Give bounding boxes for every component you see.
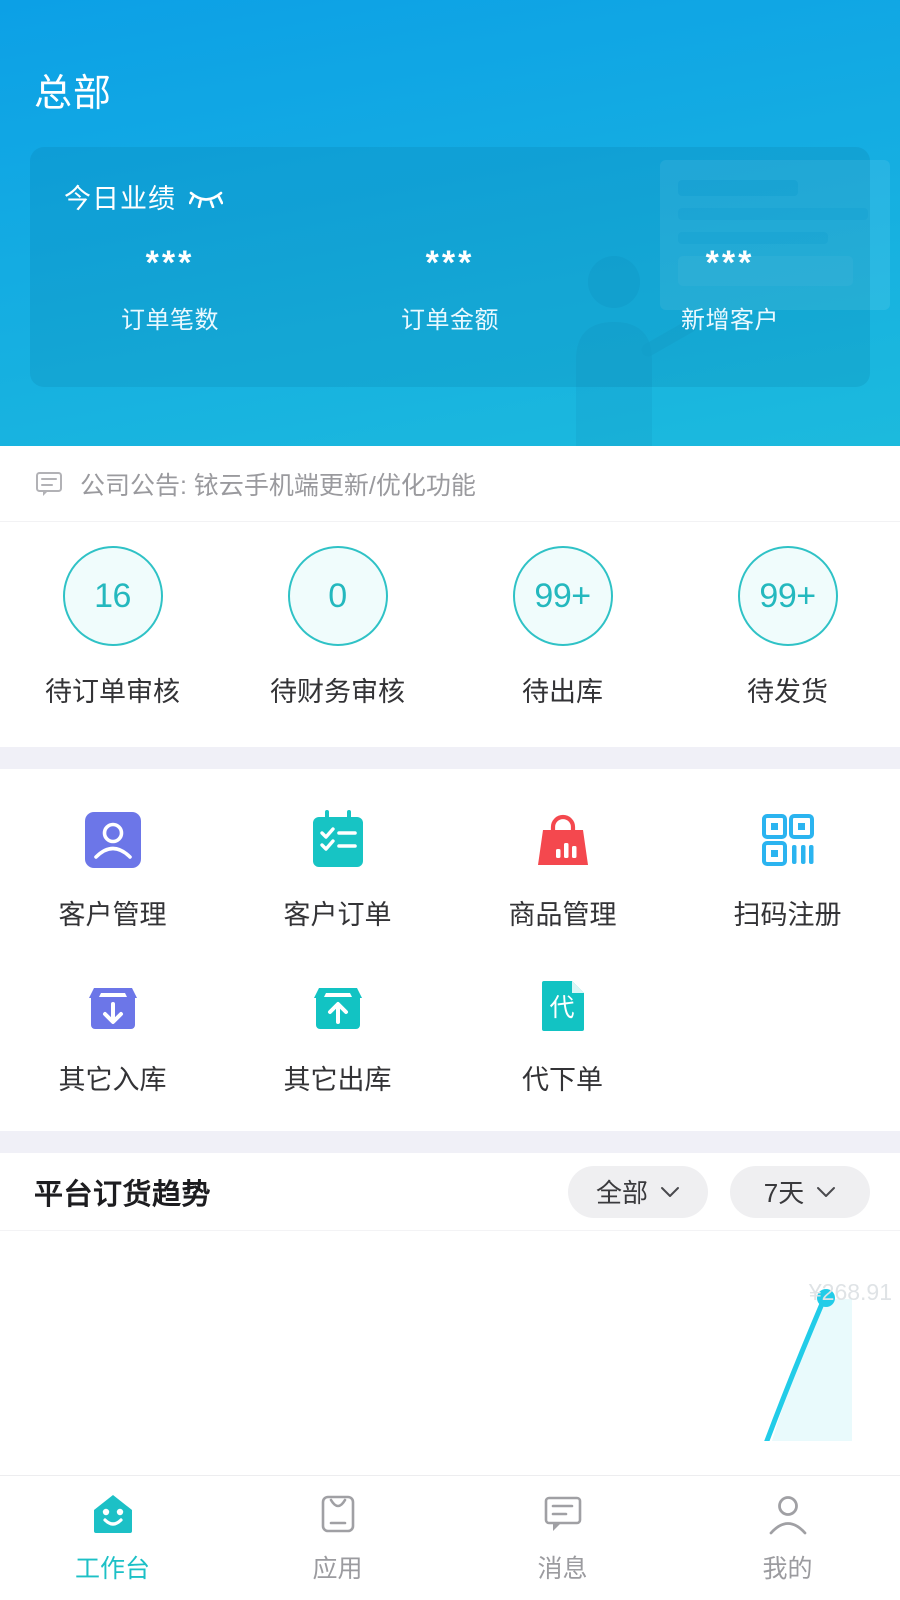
chart-title: 平台订货趋势 <box>34 1178 212 1211</box>
announcement-text: 公司公告: 铱云手机端更新/优化功能 <box>80 471 476 500</box>
chart-header: 平台订货趋势 全部 7天 <box>0 1153 900 1231</box>
stat-item[interactable]: *** 新增客户 <box>590 246 870 335</box>
badge-count: 99+ <box>737 546 838 646</box>
today-performance-card: 今日业绩 *** 订单笔数 *** 订单金额 *** 新增客户 <box>30 147 870 387</box>
product-management-icon <box>537 814 588 865</box>
stat-label: 订单金额 <box>401 307 499 334</box>
badge-label: 待财务审核 <box>270 677 405 707</box>
tab-label: 工作台 <box>74 1555 150 1583</box>
tab-apps[interactable]: 应用 <box>225 1491 450 1585</box>
tab-profile[interactable]: 我的 <box>675 1491 900 1585</box>
app-shortcut-other-outbound[interactable]: 其它出库 <box>225 974 450 1097</box>
tab-label: 我的 <box>762 1555 813 1583</box>
app-label: 客户管理 <box>58 900 167 930</box>
app-shortcut-customer-management[interactable]: 客户管理 <box>0 809 225 932</box>
tab-label: 应用 <box>312 1555 363 1583</box>
performance-header: 今日业绩 <box>30 177 870 216</box>
customer-order-icon <box>312 810 363 867</box>
chevron-down-icon <box>817 1186 836 1197</box>
app-label: 扫码注册 <box>733 900 842 930</box>
customer-management-icon <box>84 812 141 868</box>
badge-count: 99+ <box>512 546 613 646</box>
stat-item[interactable]: *** 订单金额 <box>310 246 590 335</box>
app-row: 客户管理 客户订单 商品管理 扫码注册 <box>0 809 900 932</box>
message-icon <box>544 1496 581 1531</box>
performance-label: 今日业绩 <box>64 184 176 214</box>
app-shortcut-other-inbound[interactable]: 其它入库 <box>0 974 225 1097</box>
apps-bag-icon <box>321 1495 354 1533</box>
performance-stats: *** 订单笔数 *** 订单金额 *** 新增客户 <box>30 246 870 335</box>
badge-item-order-review[interactable]: 16 待订单审核 <box>0 546 225 747</box>
chart-plot-area[interactable]: ¥268.91 <box>0 1231 900 1441</box>
filter-range-label: 7天 <box>763 1178 805 1208</box>
app-label: 商品管理 <box>508 900 617 930</box>
badge-label: 待发货 <box>747 677 828 707</box>
chart-filters: 全部 7天 <box>568 1165 870 1218</box>
stat-value: *** <box>705 244 755 282</box>
app-shortcut-proxy-order[interactable]: 代 代下单 <box>450 974 675 1097</box>
tab-label: 消息 <box>537 1555 588 1583</box>
company-announcement-bar[interactable]: 公司公告: 铱云手机端更新/优化功能 <box>0 446 900 522</box>
tab-messages[interactable]: 消息 <box>450 1491 675 1585</box>
badge-item-pending-outbound[interactable]: 99+ 待出库 <box>450 546 675 747</box>
app-label: 其它入库 <box>58 1065 167 1095</box>
app-shortcut-grid: 客户管理 客户订单 商品管理 扫码注册 其它入库 其它出库 代 代下单 <box>0 769 900 1131</box>
proxy-order-icon: 代 <box>541 981 584 1031</box>
other-outbound-icon <box>313 988 362 1029</box>
chevron-down-icon <box>661 1186 679 1197</box>
stat-value: *** <box>145 244 195 282</box>
app-shortcut-qr-register[interactable]: 扫码注册 <box>675 809 900 932</box>
tab-workbench[interactable]: 工作台 <box>0 1491 225 1585</box>
profile-icon <box>769 1496 806 1535</box>
app-label: 客户订单 <box>283 900 392 930</box>
page-header: 总部 今日业绩 *** 订单笔数 *** 订单金额 *** 新增客户 <box>0 0 900 446</box>
badge-item-pending-shipment[interactable]: 99+ 待发货 <box>675 546 900 747</box>
announcement-icon <box>36 471 62 496</box>
trend-line-chart <box>764 1289 852 1441</box>
stat-value: *** <box>425 244 475 282</box>
app-row: 其它入库 其它出库 代 代下单 <box>0 974 900 1097</box>
app-shortcut-product-management[interactable]: 商品管理 <box>450 809 675 932</box>
other-inbound-icon <box>88 988 137 1029</box>
workbench-home-icon <box>93 1495 132 1533</box>
chart-point-value-label: ¥268.91 <box>808 1279 892 1305</box>
app-shortcut-customer-order[interactable]: 客户订单 <box>225 809 450 932</box>
app-root: 总部 今日业绩 *** 订单笔数 *** 订单金额 *** 新增客户 公司公告:… <box>0 0 900 1600</box>
pending-task-badges: 16 待订单审核 0 待财务审核 99+ 待出库 99+ 待发货 <box>0 522 900 747</box>
filter-scope-label: 全部 <box>595 1178 648 1208</box>
stat-label: 新增客户 <box>681 307 779 334</box>
bottom-tab-bar: 工作台 应用 消息 我的 <box>0 1475 900 1600</box>
badge-label: 待出库 <box>522 677 603 707</box>
badge-label: 待订单审核 <box>45 677 180 707</box>
order-trend-section: 平台订货趋势 全部 7天 ¥268.91 <box>0 1153 900 1475</box>
proxy-order-glyph: 代 <box>549 994 574 1022</box>
stat-label: 订单笔数 <box>121 307 219 334</box>
app-label: 其它出库 <box>283 1065 392 1095</box>
badge-count: 0 <box>287 546 388 646</box>
stat-item[interactable]: *** 订单笔数 <box>30 246 310 335</box>
filter-scope-dropdown[interactable]: 全部 <box>568 1165 708 1218</box>
app-label: 代下单 <box>522 1065 603 1095</box>
filter-range-dropdown[interactable]: 7天 <box>730 1165 870 1218</box>
section-divider <box>0 1131 900 1153</box>
qr-register-icon <box>761 814 814 866</box>
eye-off-icon[interactable] <box>189 186 223 208</box>
badge-item-finance-review[interactable]: 0 待财务审核 <box>225 546 450 747</box>
section-divider <box>0 747 900 769</box>
badge-count: 16 <box>62 546 163 646</box>
page-title: 总部 <box>34 73 113 115</box>
